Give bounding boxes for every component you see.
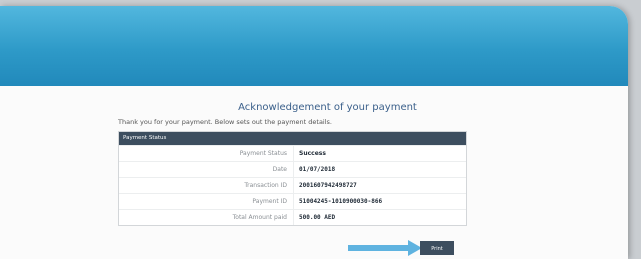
payment-id-value: 51004245-1010900030-866 bbox=[299, 198, 383, 205]
payment-id-label: Payment ID bbox=[119, 194, 294, 209]
transaction-id-label: Transaction ID bbox=[119, 178, 294, 193]
arrow-right-icon bbox=[348, 240, 422, 256]
table-row: Date 01/07/2018 bbox=[119, 161, 466, 177]
page-title: Acknowledgement of your payment bbox=[238, 102, 417, 113]
site-header-band bbox=[0, 6, 628, 86]
print-button[interactable]: Print bbox=[420, 241, 454, 255]
date-label: Date bbox=[119, 162, 294, 177]
total-amount-label: Total Amount paid bbox=[119, 210, 294, 225]
transaction-id-value: 2001607942498727 bbox=[299, 182, 357, 189]
date-value: 01/07/2018 bbox=[299, 166, 336, 173]
table-row: Total Amount paid 500.00 AED bbox=[119, 209, 466, 225]
table-row: Payment Status Success bbox=[119, 145, 466, 161]
payment-status-value: Success bbox=[299, 150, 326, 157]
table-row: Payment ID 51004245-1010900030-866 bbox=[119, 193, 466, 209]
panel-header: Payment Status bbox=[119, 132, 466, 145]
payment-status-label: Payment Status bbox=[119, 146, 294, 161]
table-row: Transaction ID 2001607942498727 bbox=[119, 177, 466, 193]
total-amount-value: 500.00 AED bbox=[299, 214, 336, 221]
payment-status-panel: Payment Status Payment Status Success Da… bbox=[118, 131, 467, 226]
intro-text: Thank you for your payment. Below sets o… bbox=[118, 118, 333, 126]
